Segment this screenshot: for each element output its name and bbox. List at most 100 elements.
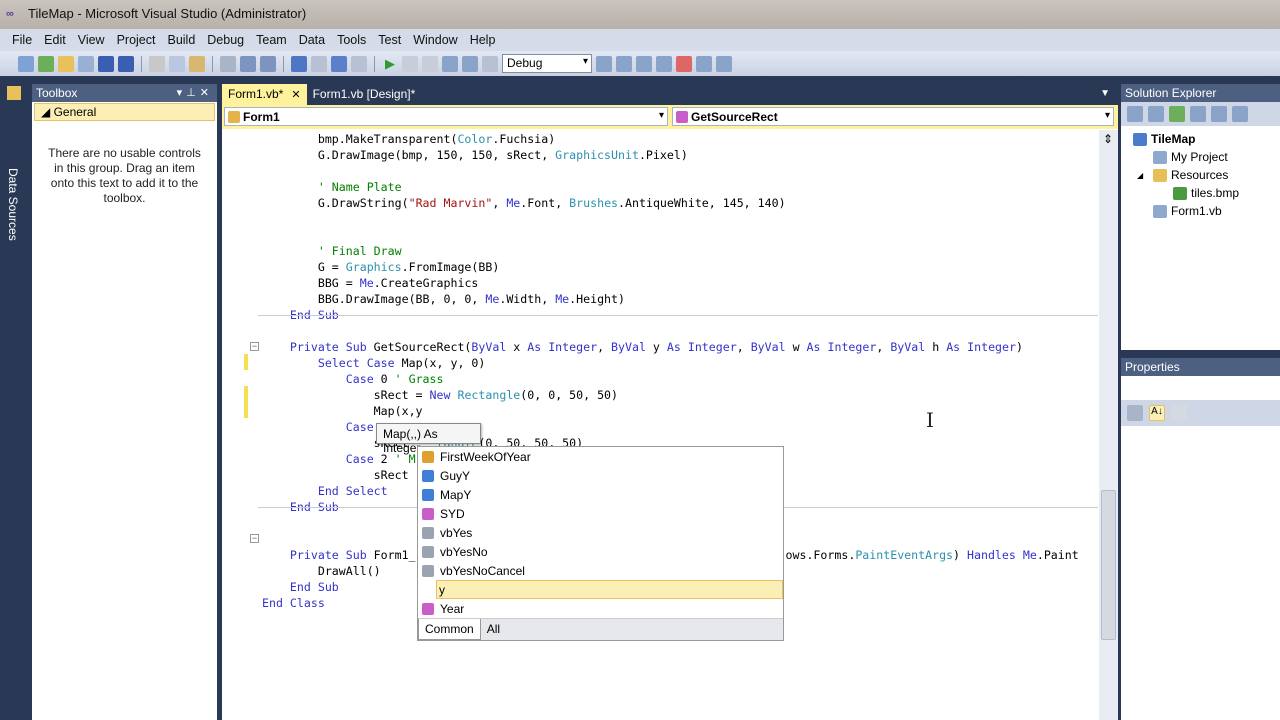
completion-item[interactable]: FirstWeekOfYear [418,447,783,466]
menu-edit[interactable]: Edit [38,33,72,47]
cut-icon[interactable] [149,55,165,72]
data-sources-tab[interactable]: Data Sources [6,168,20,241]
menu-window[interactable]: Window [407,33,463,47]
close-tab-icon[interactable]: ✕ [291,89,300,101]
menu-build[interactable]: Build [161,33,201,47]
completion-item[interactable]: vbYesNo [418,542,783,561]
tab-form1-design[interactable]: Form1.vb [Design]* [307,84,422,105]
start-debugging-icon[interactable]: ▶ [382,56,398,72]
solution-tree-item[interactable]: tiles.bmp [1121,184,1280,202]
collapse-region-icon[interactable]: − [250,342,259,351]
menu-tools[interactable]: Tools [331,33,372,47]
type-name: Graphics [345,260,402,274]
start-page-icon[interactable] [696,55,712,72]
code-line: BBG = Me.CreateGraphics [262,275,479,291]
paste-icon[interactable] [189,55,205,72]
vertical-scrollbar[interactable]: ⇕ [1099,130,1118,720]
add-item-icon[interactable] [78,55,94,72]
tab-common[interactable]: Common [418,619,481,640]
expand-arrow-icon[interactable]: ◢ [1137,171,1149,180]
class-select[interactable]: Form1 [224,107,668,126]
code-text: sRect [262,468,409,482]
completion-item[interactable]: Year [418,599,783,618]
close-icon[interactable]: ✕ [200,87,213,99]
menu-debug[interactable]: Debug [201,33,250,47]
split-icon[interactable]: ⇕ [1103,132,1113,146]
redo-icon[interactable] [311,55,327,72]
menu-data[interactable]: Data [293,33,331,47]
collapse-icon: ◢ [41,105,54,119]
class-diagram-icon[interactable] [1232,106,1248,122]
code-text: .Fuchsia) [492,132,556,146]
solution-tree-item[interactable]: Form1.vb [1121,202,1280,220]
property-pages-icon[interactable] [1171,405,1187,421]
show-all-files-icon[interactable] [1148,106,1164,122]
categorized-icon[interactable] [1127,405,1143,421]
dropdown-icon[interactable]: ▾ [177,87,187,99]
comment-icon[interactable] [240,55,256,72]
menu-view[interactable]: View [72,33,111,47]
completion-item[interactable]: vbYesNoCancel [418,561,783,580]
stop-icon[interactable] [422,55,438,72]
completion-item-label: vbYes [440,525,473,540]
copy-icon[interactable] [169,55,185,72]
menu-file[interactable]: File [6,33,38,47]
navigate-forward-icon[interactable] [351,55,367,72]
tab-list-dropdown-icon[interactable]: ▼ [1100,88,1110,99]
solution-explorer-icon[interactable] [616,55,632,72]
completion-item[interactable]: GuyY [418,466,783,485]
code-text: Map(x, y, 0) [394,356,486,370]
code-text: , [736,340,751,354]
tab-all[interactable]: All [481,619,506,640]
menu-team[interactable]: Team [250,33,293,47]
collapse-region-icon[interactable]: − [250,534,259,543]
completion-item[interactable]: y [436,580,783,599]
save-all-icon[interactable] [118,55,134,72]
solution-tree-item[interactable]: My Project [1121,148,1280,166]
open-file-icon[interactable] [58,55,74,72]
properties-icon[interactable] [1127,106,1143,122]
step-over-icon[interactable] [462,55,478,72]
navigate-backward-icon[interactable] [331,55,347,72]
completion-item-label: MapY [440,487,472,502]
refresh-icon[interactable] [1169,106,1185,122]
uncomment-icon[interactable] [260,55,276,72]
tab-form1-vb[interactable]: Form1.vb* ✕ [222,84,307,105]
comment: ' Final Draw [317,244,402,258]
object-browser-icon[interactable] [656,55,672,72]
completion-item[interactable]: SYD [418,504,783,523]
toolbox-icon[interactable] [676,55,692,72]
scrollbar-thumb[interactable] [1101,490,1116,640]
solution-tree-item[interactable]: ◢ Resources [1121,166,1280,184]
menu-project[interactable]: Project [111,33,162,47]
keyword: As Integer [946,340,1016,354]
step-out-icon[interactable] [482,55,498,72]
extension-manager-icon[interactable] [716,55,732,72]
toolbox-group-general[interactable]: ◢ General [34,103,215,121]
pause-icon[interactable] [402,55,418,72]
view-designer-icon[interactable] [1211,106,1227,122]
view-code-icon[interactable] [1190,106,1206,122]
visual-studio-logo-icon: ∞ [6,8,14,20]
solution-tree: TileMap My Project ◢ Resources tiles.bmp Form… [1121,126,1280,220]
menu-test[interactable]: Test [372,33,407,47]
solution-configuration-select[interactable]: Debug [502,54,592,73]
solution-tree-item[interactable]: TileMap [1121,130,1280,148]
code-text: , [597,340,612,354]
method-select[interactable]: GetSourceRect [672,107,1114,126]
save-icon[interactable] [98,55,114,72]
completion-item[interactable]: MapY [418,485,783,504]
find-icon[interactable] [220,55,236,72]
pin-icon[interactable]: ⊥ [186,87,200,99]
alphabetical-icon[interactable]: A↓ [1149,405,1165,421]
data-sources-icon [7,86,21,100]
new-project-icon[interactable] [18,55,34,72]
properties-window-icon[interactable] [636,55,652,72]
step-into-icon[interactable] [442,55,458,72]
find-in-files-icon[interactable] [596,55,612,72]
document-tabs: Form1.vb* ✕ Form1.vb [Design]* ▼ [222,84,1118,105]
menu-help[interactable]: Help [464,33,502,47]
new-website-icon[interactable] [38,55,54,72]
completion-item[interactable]: vbYes [418,523,783,542]
undo-icon[interactable] [291,55,307,72]
